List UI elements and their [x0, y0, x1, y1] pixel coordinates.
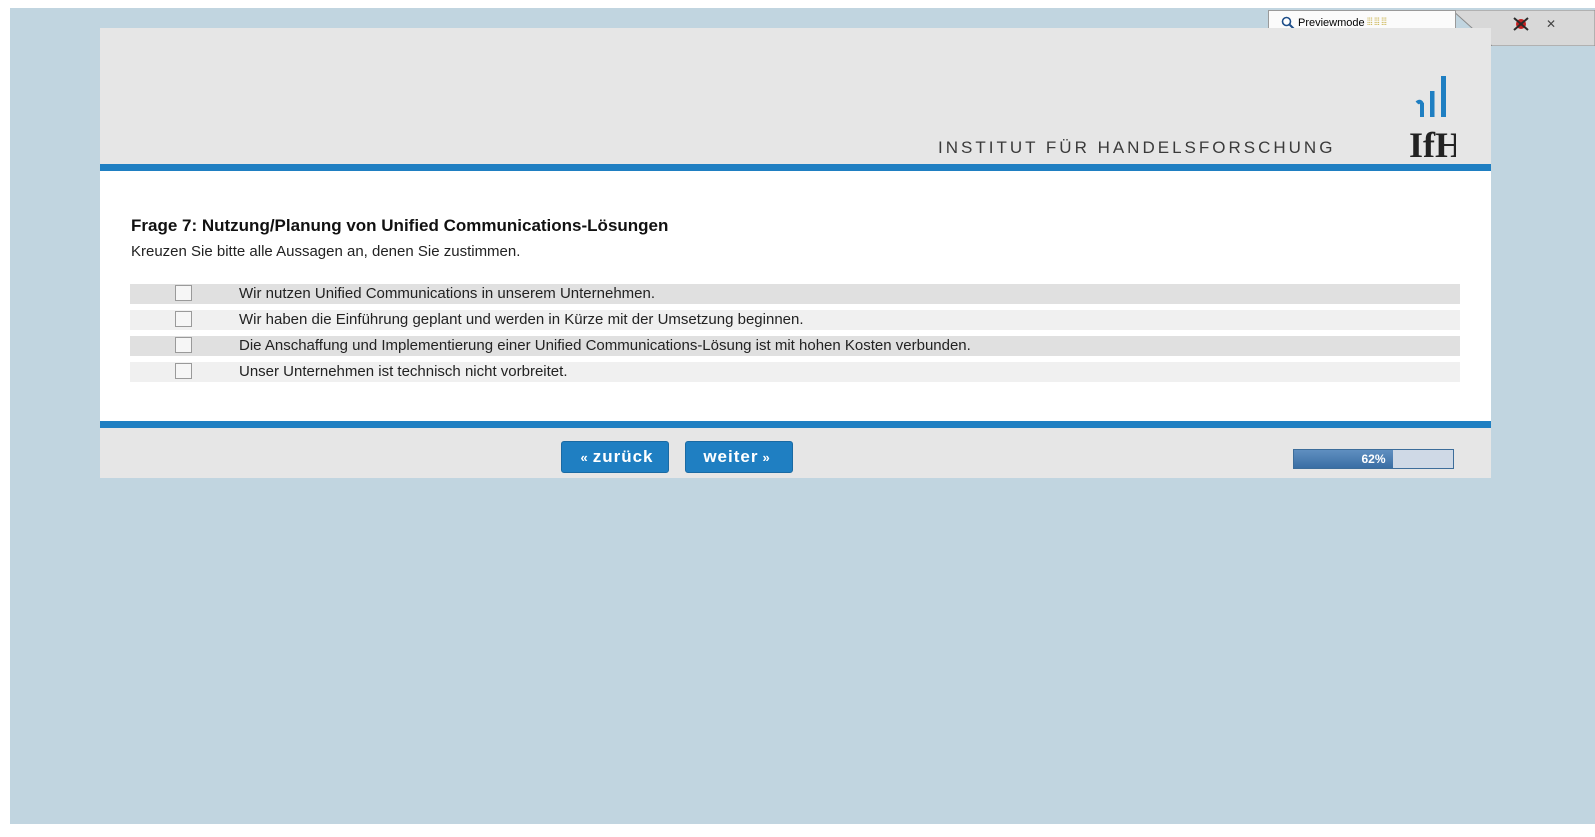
header-divider: [100, 164, 1491, 171]
institute-name: INSTITUT FÜR HANDELSFORSCHUNG: [938, 138, 1336, 157]
option-checkbox[interactable]: [175, 285, 192, 301]
option-checkbox[interactable]: [175, 363, 192, 379]
footer: « zurück weiter » 62%: [100, 428, 1491, 478]
double-right-arrow-icon: »: [762, 449, 771, 465]
next-button[interactable]: weiter »: [685, 441, 793, 473]
svg-text:IfH: IfH: [1409, 125, 1456, 159]
close-icon[interactable]: ✕: [1546, 17, 1556, 31]
next-button-label: weiter: [703, 447, 759, 466]
ifh-logo: IfH: [1409, 76, 1456, 159]
option-label: Wir nutzen Unified Communications in uns…: [239, 285, 656, 302]
question-title: Frage 7: Nutzung/Planung von Unified Com…: [131, 216, 669, 235]
grid-icon: ⁞⁞⁞ ⁞⁞⁞ ⁞⁞⁞: [1366, 17, 1388, 28]
option-label: Unser Unternehmen ist technisch nicht vo…: [239, 363, 568, 380]
option-row[interactable]: Wir haben die Einführung geplant und wer…: [130, 310, 1460, 330]
question-instruction: Kreuzen Sie bitte alle Aussagen an, dene…: [131, 243, 521, 260]
option-row[interactable]: Unser Unternehmen ist technisch nicht vo…: [130, 362, 1460, 382]
option-row[interactable]: Die Anschaffung und Implementierung eine…: [130, 336, 1460, 356]
preview-mode-label: Previewmode: [1298, 16, 1365, 29]
header: INSTITUT FÜR HANDELSFORSCHUNG IfH: [100, 28, 1491, 164]
option-label: Wir haben die Einführung geplant und wer…: [239, 311, 804, 328]
progress-text: 62%: [1361, 452, 1386, 466]
bug-icon[interactable]: [1510, 14, 1532, 34]
answer-options: Wir nutzen Unified Communications in uns…: [130, 284, 1460, 388]
back-button[interactable]: « zurück: [561, 441, 669, 473]
footer-divider: [100, 421, 1491, 428]
option-row[interactable]: Wir nutzen Unified Communications in uns…: [130, 284, 1460, 304]
progress-bar: 62%: [1293, 449, 1454, 469]
option-label: Die Anschaffung und Implementierung eine…: [239, 337, 971, 354]
option-checkbox[interactable]: [175, 337, 192, 353]
option-checkbox[interactable]: [175, 311, 192, 327]
double-left-arrow-icon: «: [580, 449, 589, 465]
survey-card: INSTITUT FÜR HANDELSFORSCHUNG IfH Frage …: [100, 28, 1491, 478]
back-button-label: zurück: [592, 447, 654, 466]
